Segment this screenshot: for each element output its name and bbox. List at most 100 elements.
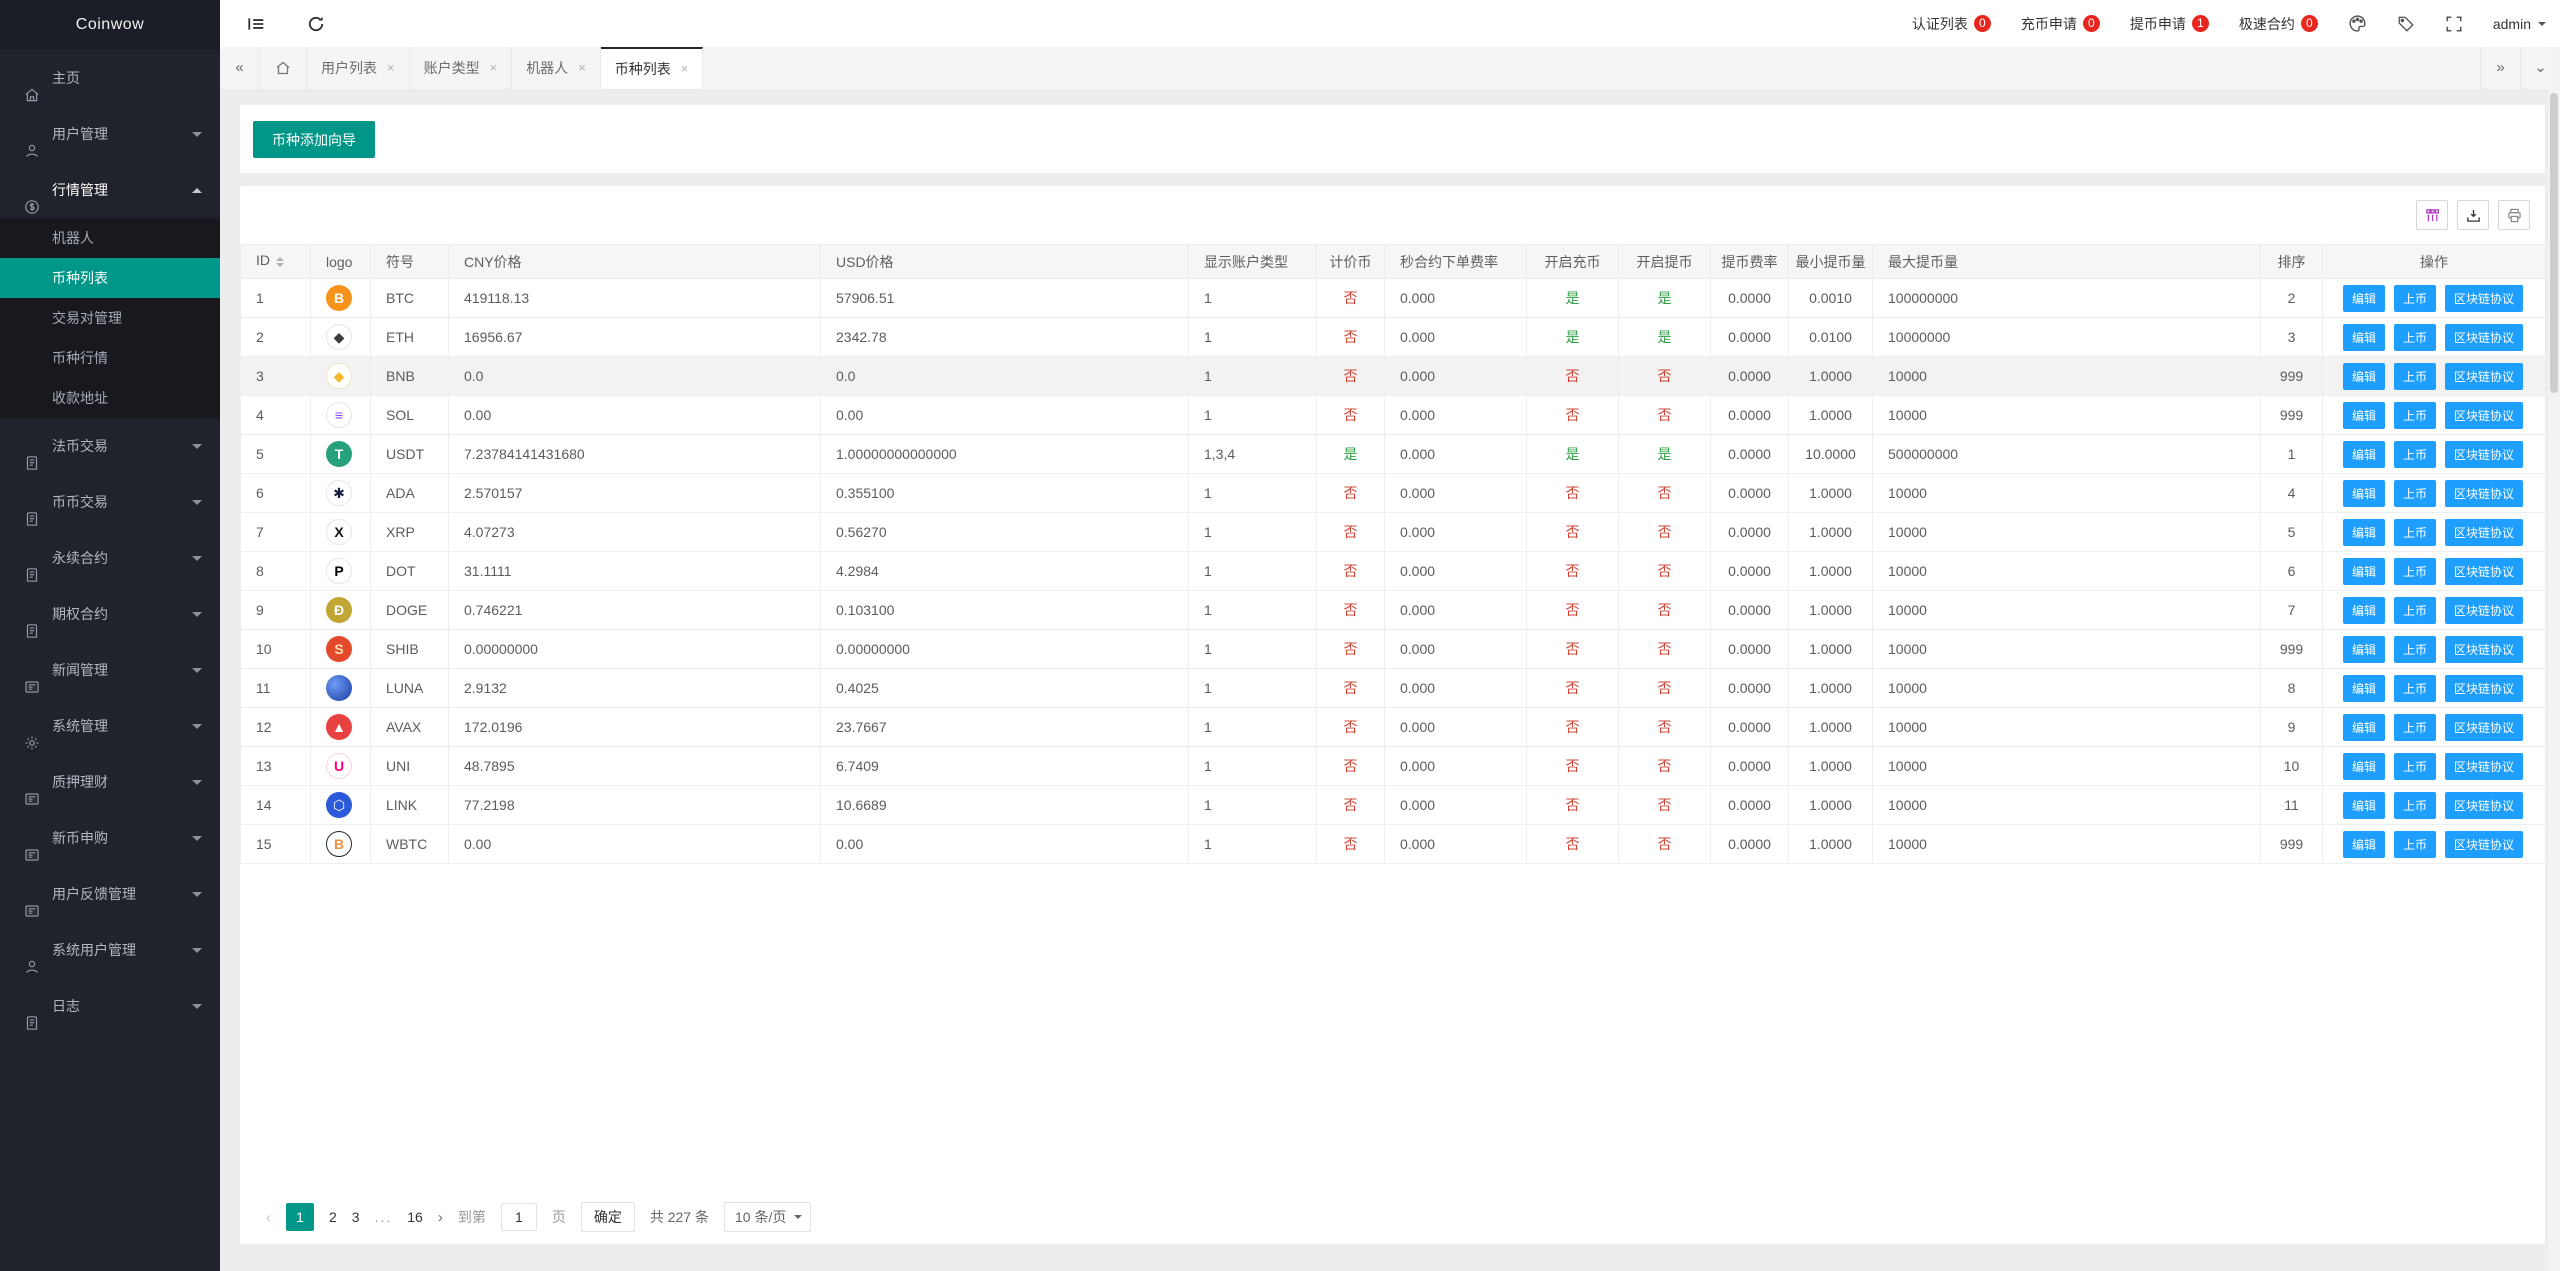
list-coin-button[interactable]: 上币 [2394, 714, 2436, 741]
tabs-scroll-left-button[interactable]: « [220, 47, 260, 89]
edit-button[interactable]: 编辑 [2343, 363, 2385, 390]
tab-用户列表[interactable]: 用户列表× [307, 47, 410, 89]
edit-button[interactable]: 编辑 [2343, 636, 2385, 663]
sidebar-item-期权合约[interactable]: 期权合约 [0, 586, 220, 642]
blockchain-protocol-button[interactable]: 区块链协议 [2445, 558, 2523, 585]
notification-认证列表[interactable]: 认证列表0 [1912, 14, 1991, 34]
page-number-3[interactable]: 3 [352, 1209, 360, 1225]
jump-confirm-button[interactable]: 确定 [581, 1202, 635, 1232]
list-coin-button[interactable]: 上币 [2394, 480, 2436, 507]
list-coin-button[interactable]: 上币 [2394, 675, 2436, 702]
list-coin-button[interactable]: 上币 [2394, 753, 2436, 780]
list-coin-button[interactable]: 上币 [2394, 402, 2436, 429]
edit-button[interactable]: 编辑 [2343, 753, 2385, 780]
blockchain-protocol-button[interactable]: 区块链协议 [2445, 597, 2523, 624]
edit-button[interactable]: 编辑 [2343, 402, 2385, 429]
edit-button[interactable]: 编辑 [2343, 597, 2385, 624]
list-coin-button[interactable]: 上币 [2394, 441, 2436, 468]
prev-page-button[interactable]: ‹ [266, 1209, 271, 1226]
list-coin-button[interactable]: 上币 [2394, 285, 2436, 312]
tab-账户类型[interactable]: 账户类型× [410, 47, 513, 89]
edit-button[interactable]: 编辑 [2343, 831, 2385, 858]
blockchain-protocol-button[interactable]: 区块链协议 [2445, 441, 2523, 468]
filter-columns-icon[interactable] [2416, 200, 2448, 230]
sidebar-item-用户反馈管理[interactable]: 用户反馈管理 [0, 866, 220, 922]
palette-icon[interactable] [2348, 14, 2367, 33]
sidebar-item-币币交易[interactable]: 币币交易 [0, 474, 220, 530]
list-coin-button[interactable]: 上币 [2394, 831, 2436, 858]
jump-page-input[interactable] [501, 1203, 537, 1231]
blockchain-protocol-button[interactable]: 区块链协议 [2445, 480, 2523, 507]
sort-desc-icon[interactable] [276, 263, 284, 271]
blockchain-protocol-button[interactable]: 区块链协议 [2445, 753, 2523, 780]
list-coin-button[interactable]: 上币 [2394, 519, 2436, 546]
list-coin-button[interactable]: 上币 [2394, 363, 2436, 390]
blockchain-protocol-button[interactable]: 区块链协议 [2445, 285, 2523, 312]
edit-button[interactable]: 编辑 [2343, 324, 2385, 351]
sidebar-item-系统用户管理[interactable]: 系统用户管理 [0, 922, 220, 978]
add-coin-wizard-button[interactable]: 币种添加向导 [253, 121, 375, 158]
user-menu[interactable]: admin [2493, 16, 2546, 32]
tab-币种列表[interactable]: 币种列表× [601, 47, 704, 89]
list-coin-button[interactable]: 上币 [2394, 324, 2436, 351]
sidebar-item-主页[interactable]: 主页 [0, 50, 220, 106]
blockchain-protocol-button[interactable]: 区块链协议 [2445, 363, 2523, 390]
refresh-icon[interactable] [296, 0, 336, 47]
sidebar-item-行情管理[interactable]: 行情管理 [0, 162, 220, 218]
collapse-sidebar-icon[interactable] [236, 0, 276, 47]
tab-home[interactable] [260, 47, 307, 89]
notification-极速合约[interactable]: 极速合约0 [2239, 14, 2318, 34]
list-coin-button[interactable]: 上币 [2394, 792, 2436, 819]
tabs-scroll-right-button[interactable]: » [2480, 47, 2520, 89]
next-page-button[interactable]: › [438, 1209, 443, 1226]
sidebar-subitem-币种行情[interactable]: 币种行情 [0, 338, 220, 378]
edit-button[interactable]: 编辑 [2343, 792, 2385, 819]
list-coin-button[interactable]: 上币 [2394, 558, 2436, 585]
page-number-16[interactable]: 16 [407, 1209, 423, 1225]
print-icon[interactable] [2498, 200, 2530, 230]
edit-button[interactable]: 编辑 [2343, 285, 2385, 312]
close-icon[interactable]: × [681, 49, 689, 89]
blockchain-protocol-button[interactable]: 区块链协议 [2445, 519, 2523, 546]
list-coin-button[interactable]: 上币 [2394, 636, 2436, 663]
sidebar-item-质押理财[interactable]: 质押理财 [0, 754, 220, 810]
blockchain-protocol-button[interactable]: 区块链协议 [2445, 402, 2523, 429]
notification-提币申请[interactable]: 提币申请1 [2130, 14, 2209, 34]
sort-asc-icon[interactable] [276, 253, 284, 261]
sort-icon[interactable] [276, 253, 284, 271]
sidebar-item-新币申购[interactable]: 新币申购 [0, 810, 220, 866]
edit-button[interactable]: 编辑 [2343, 675, 2385, 702]
edit-button[interactable]: 编辑 [2343, 714, 2385, 741]
close-icon[interactable]: × [578, 47, 586, 89]
page-number-2[interactable]: 2 [329, 1209, 337, 1225]
close-icon[interactable]: × [490, 47, 498, 89]
sidebar-subitem-币种列表[interactable]: 币种列表 [0, 258, 220, 298]
fullscreen-icon[interactable] [2445, 15, 2463, 33]
notification-充币申请[interactable]: 充币申请0 [2021, 14, 2100, 34]
edit-button[interactable]: 编辑 [2343, 558, 2385, 585]
blockchain-protocol-button[interactable]: 区块链协议 [2445, 636, 2523, 663]
scrollbar-thumb[interactable] [2550, 93, 2558, 393]
sidebar-subitem-收款地址[interactable]: 收款地址 [0, 378, 220, 418]
sidebar-item-法币交易[interactable]: 法币交易 [0, 418, 220, 474]
blockchain-protocol-button[interactable]: 区块链协议 [2445, 324, 2523, 351]
blockchain-protocol-button[interactable]: 区块链协议 [2445, 714, 2523, 741]
tab-机器人[interactable]: 机器人× [512, 47, 601, 89]
page-size-select[interactable]: 10 条/页 [724, 1202, 811, 1232]
list-coin-button[interactable]: 上币 [2394, 597, 2436, 624]
blockchain-protocol-button[interactable]: 区块链协议 [2445, 792, 2523, 819]
export-icon[interactable] [2457, 200, 2489, 230]
edit-button[interactable]: 编辑 [2343, 441, 2385, 468]
tag-icon[interactable] [2397, 15, 2415, 33]
blockchain-protocol-button[interactable]: 区块链协议 [2445, 675, 2523, 702]
edit-button[interactable]: 编辑 [2343, 480, 2385, 507]
sidebar-item-日志[interactable]: 日志 [0, 978, 220, 1034]
sidebar-subitem-交易对管理[interactable]: 交易对管理 [0, 298, 220, 338]
sidebar-item-新闻管理[interactable]: 新闻管理 [0, 642, 220, 698]
close-icon[interactable]: × [387, 47, 395, 89]
sidebar-item-永续合约[interactable]: 永续合约 [0, 530, 220, 586]
sidebar-item-系统管理[interactable]: 系统管理 [0, 698, 220, 754]
blockchain-protocol-button[interactable]: 区块链协议 [2445, 831, 2523, 858]
sidebar-subitem-机器人[interactable]: 机器人 [0, 218, 220, 258]
sidebar-item-用户管理[interactable]: 用户管理 [0, 106, 220, 162]
